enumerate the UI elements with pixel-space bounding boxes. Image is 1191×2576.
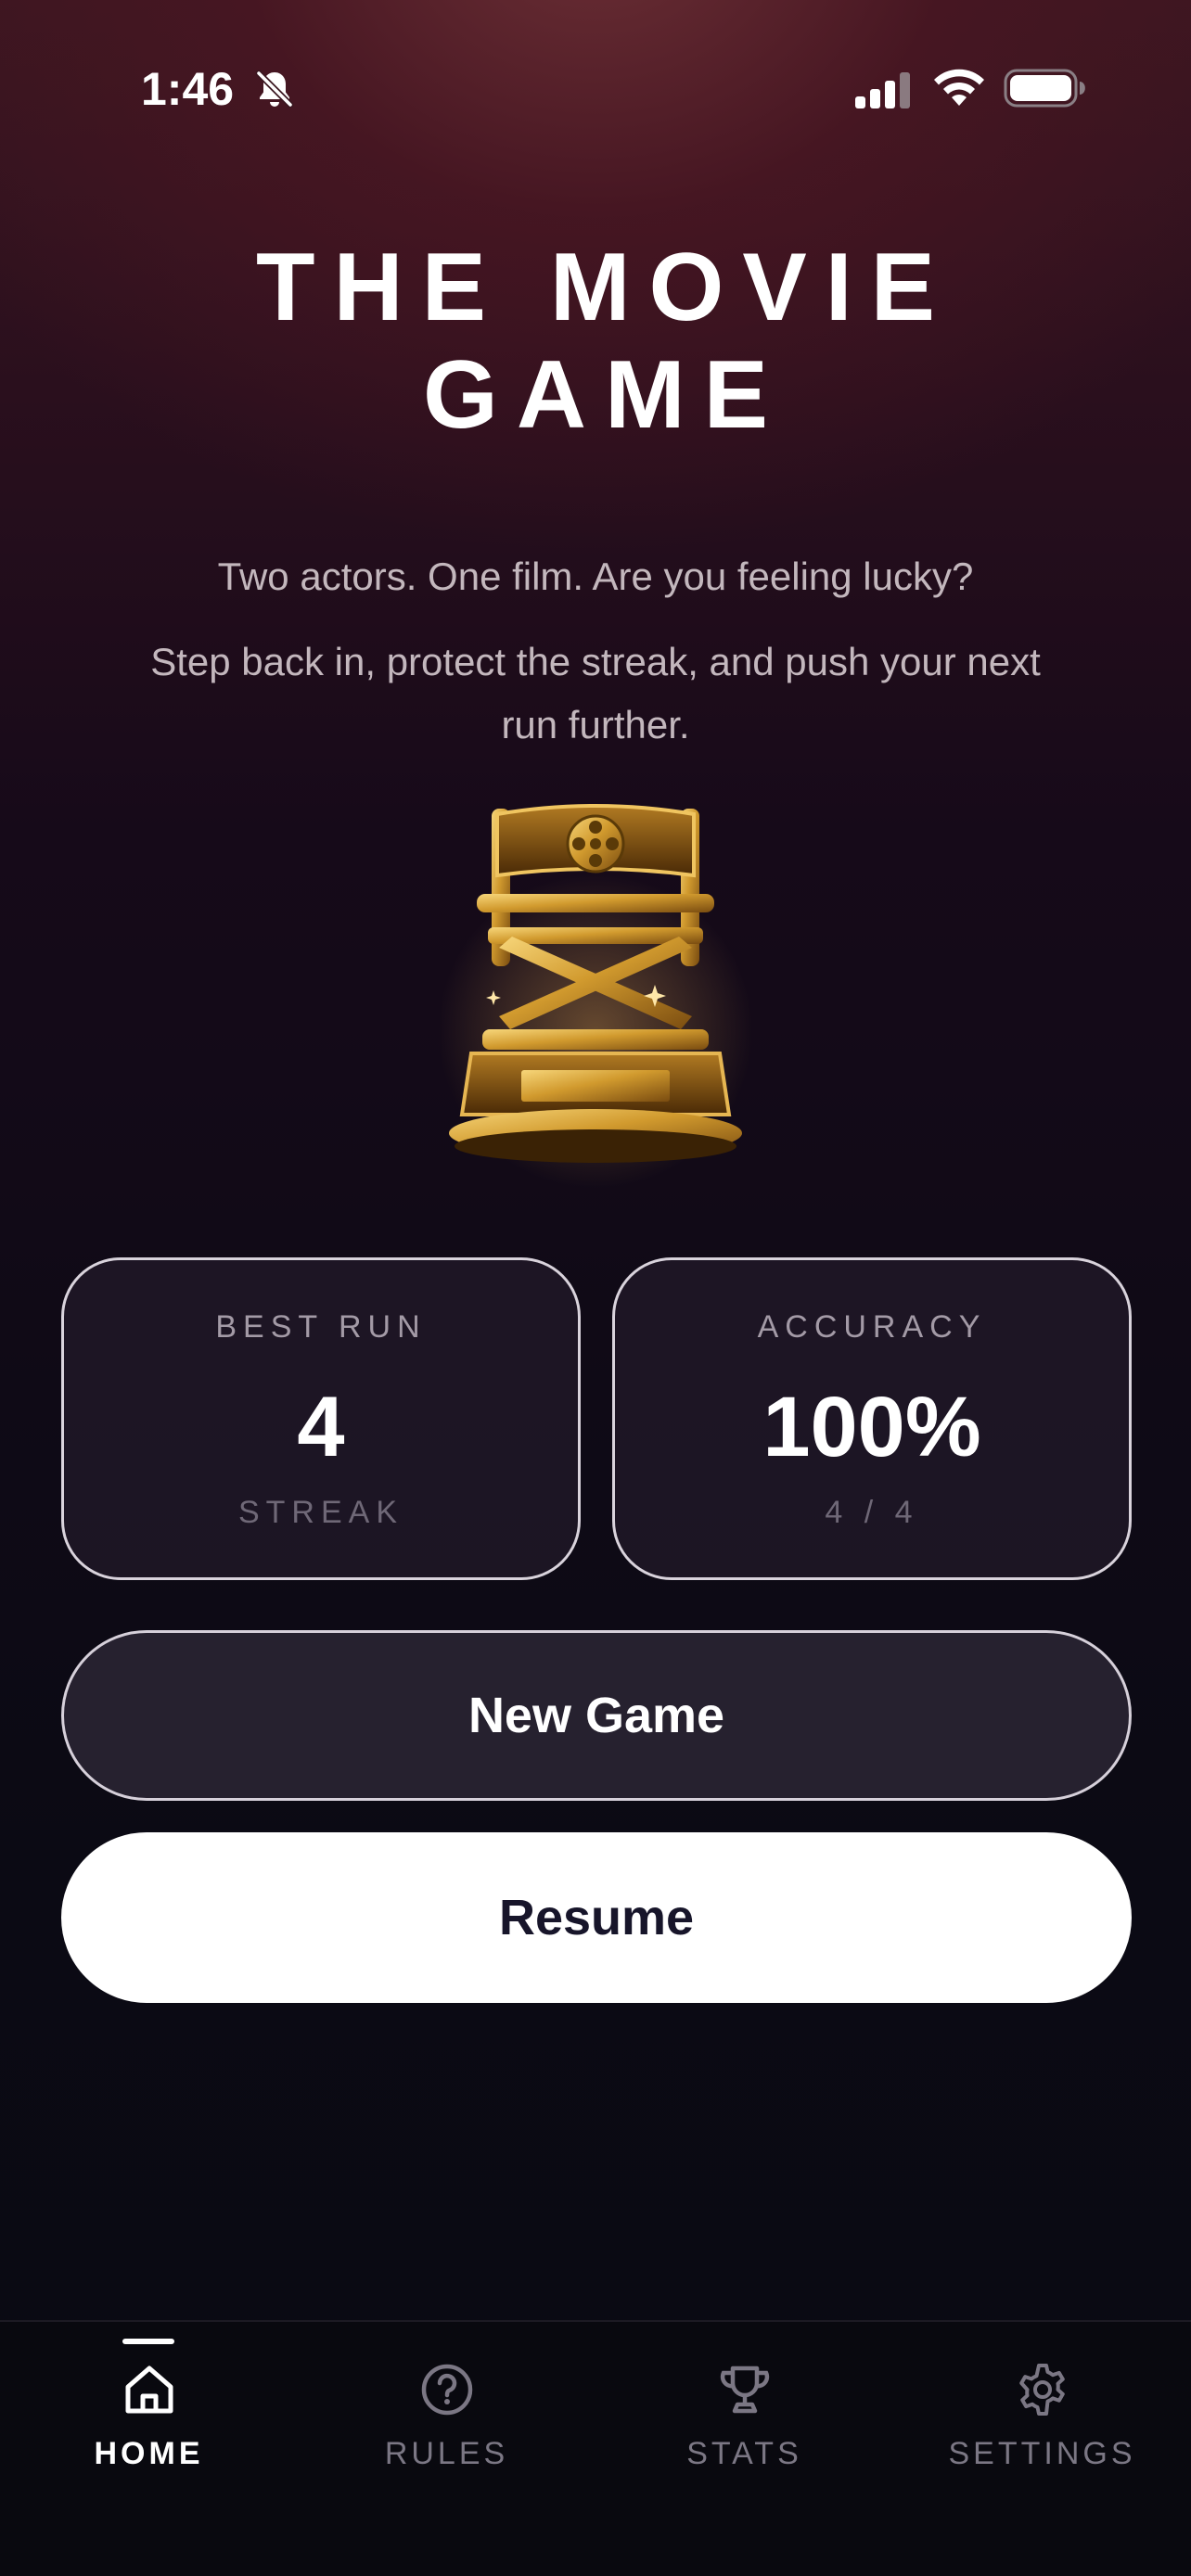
tab-home[interactable]: HOME <box>0 2322 298 2507</box>
accuracy-sub: 4 / 4 <box>825 1495 919 1530</box>
question-circle-icon <box>421 2364 473 2416</box>
best-run-card: BEST RUN 4 STREAK <box>61 1257 581 1580</box>
tab-settings[interactable]: SETTINGS <box>893 2322 1191 2507</box>
accuracy-value: 100% <box>762 1380 981 1474</box>
tab-bar: HOME RULES STATS SETTINGS <box>0 2320 1191 2576</box>
status-bar: 1:46 <box>0 0 1191 176</box>
home-screen: 1:46 THE MOVIE GAME Two actors. One film… <box>0 0 1191 2576</box>
app-title: THE MOVIE GAME <box>0 234 1191 449</box>
tab-stats-label: STATS <box>686 2436 802 2471</box>
app-title-line-1: THE MOVIE <box>255 234 954 341</box>
home-icon <box>125 2366 173 2414</box>
active-tab-indicator <box>122 2339 174 2344</box>
accuracy-card: ACCURACY 100% 4 / 4 <box>612 1257 1132 1580</box>
accuracy-label: ACCURACY <box>757 1309 987 1345</box>
subtitle: Two actors. One film. Are you feeling lu… <box>217 555 974 598</box>
bell-slash-icon <box>255 70 294 108</box>
status-time: 1:46 <box>141 63 235 115</box>
resume-button[interactable]: Resume <box>61 1832 1132 2003</box>
tagline: Step back in, protect the streak, and pu… <box>150 640 1041 746</box>
cellular-signal-icon <box>855 72 910 108</box>
tab-home-label: HOME <box>94 2436 204 2471</box>
directors-chair-trophy-icon <box>438 804 753 1189</box>
new-game-button[interactable]: New Game <box>61 1630 1132 1801</box>
best-run-value: 4 <box>297 1380 345 1474</box>
best-run-sub: STREAK <box>237 1495 404 1530</box>
tab-settings-label: SETTINGS <box>948 2436 1136 2471</box>
gear-icon <box>1019 2364 1065 2416</box>
trophy-icon <box>720 2366 770 2414</box>
app-title-line-2: GAME <box>423 341 787 449</box>
tab-rules-label: RULES <box>384 2436 509 2471</box>
best-run-label: BEST RUN <box>215 1309 427 1345</box>
tab-stats[interactable]: STATS <box>596 2322 893 2507</box>
battery-icon <box>1004 69 1085 108</box>
tab-rules[interactable]: RULES <box>298 2322 596 2507</box>
wifi-icon <box>934 69 984 106</box>
